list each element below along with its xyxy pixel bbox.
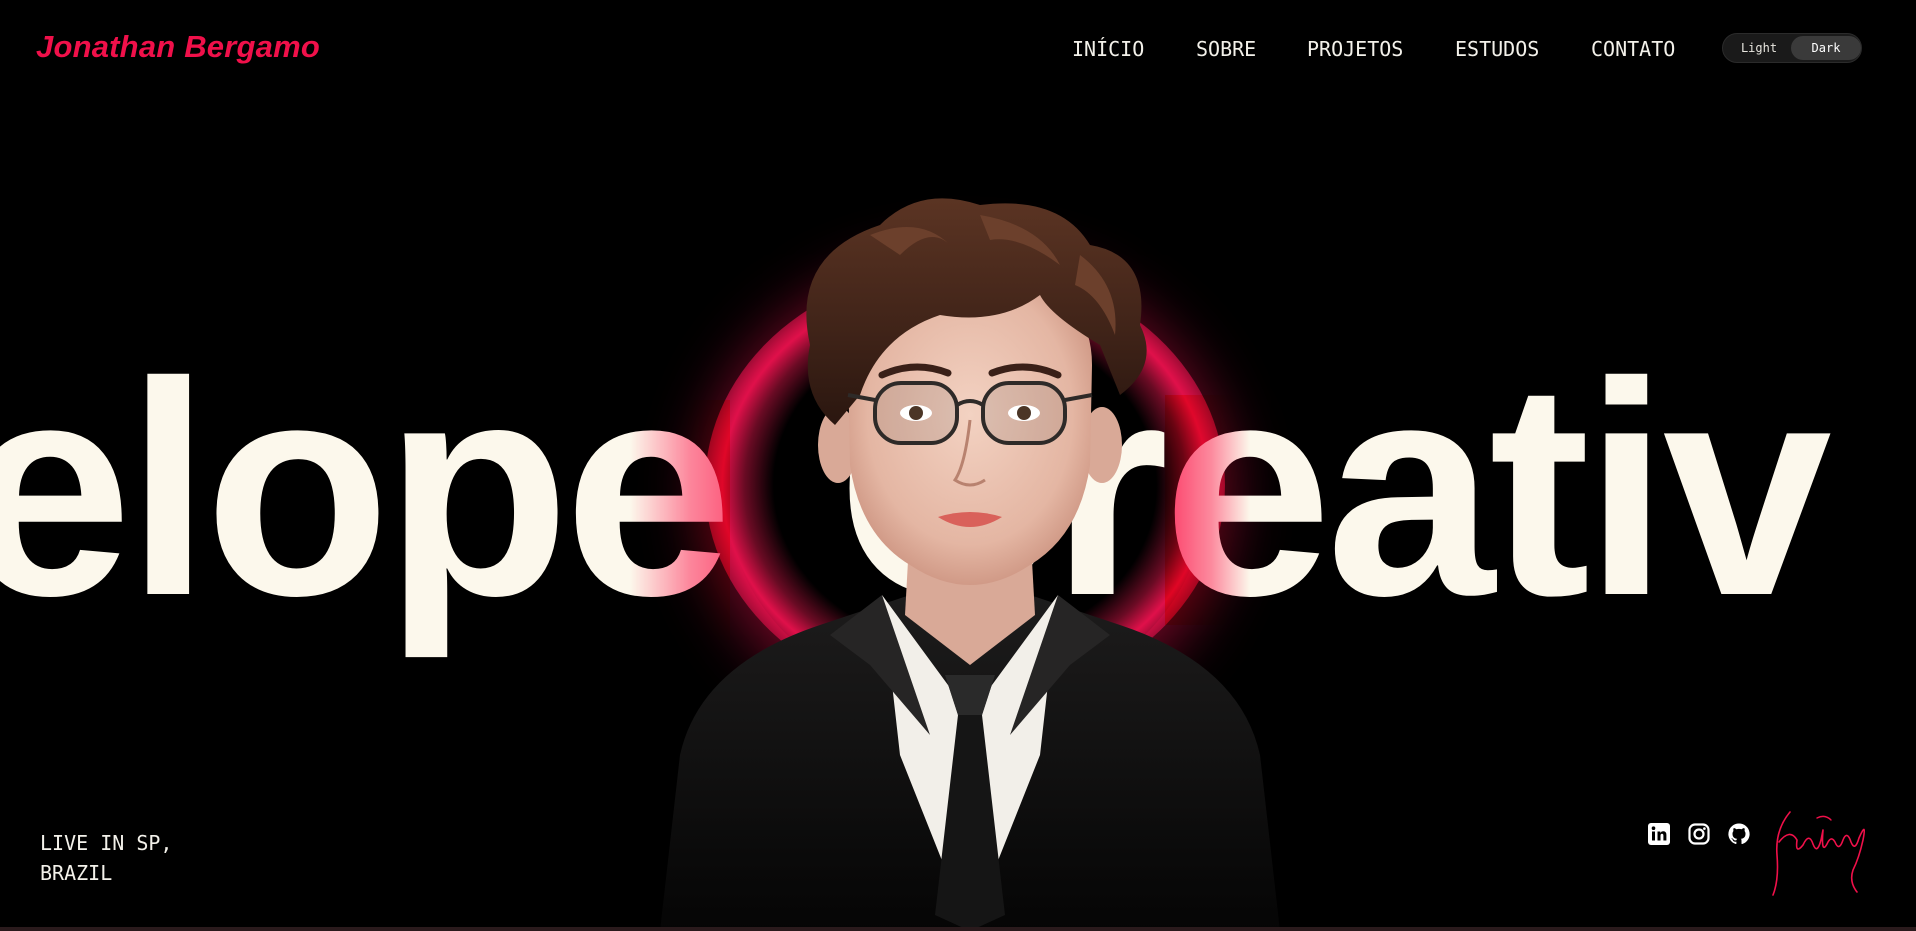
location-line-2: BRAZIL	[40, 861, 113, 885]
location-text: LIVE IN SP, BRAZIL	[40, 828, 172, 888]
theme-dark-option[interactable]: Dark	[1791, 36, 1861, 60]
location-line-1: LIVE IN SP,	[40, 831, 173, 855]
nav-item-contato[interactable]: CONTATO	[1591, 36, 1675, 62]
nav-item-projetos[interactable]: PROJETOS	[1307, 36, 1403, 62]
nav-item-sobre[interactable]: SOBRE	[1196, 36, 1256, 62]
nav-item-inicio[interactable]: INÍCIO	[1072, 36, 1144, 62]
nav-item-estudos[interactable]: ESTUDOS	[1455, 36, 1539, 62]
github-icon[interactable]	[1727, 822, 1751, 846]
main-nav: INÍCIO SOBRE PROJETOS ESTUDOS CONTATO	[0, 36, 1916, 62]
theme-light-option[interactable]: Light	[1727, 36, 1791, 60]
social-links	[1645, 822, 1755, 848]
signature-image	[1772, 811, 1866, 896]
hero-portrait	[660, 198, 1280, 931]
linkedin-icon[interactable]	[1647, 822, 1671, 846]
portfolio-page: Jonathan Bergamo INÍCIO SOBRE PROJETOS E…	[0, 0, 1916, 931]
instagram-icon[interactable]	[1687, 822, 1711, 846]
bottom-divider	[0, 927, 1916, 931]
marquee-word: velope	[0, 370, 733, 659]
site-header: Jonathan Bergamo INÍCIO SOBRE PROJETOS E…	[0, 0, 1916, 100]
theme-toggle: Light Dark	[1722, 33, 1862, 63]
